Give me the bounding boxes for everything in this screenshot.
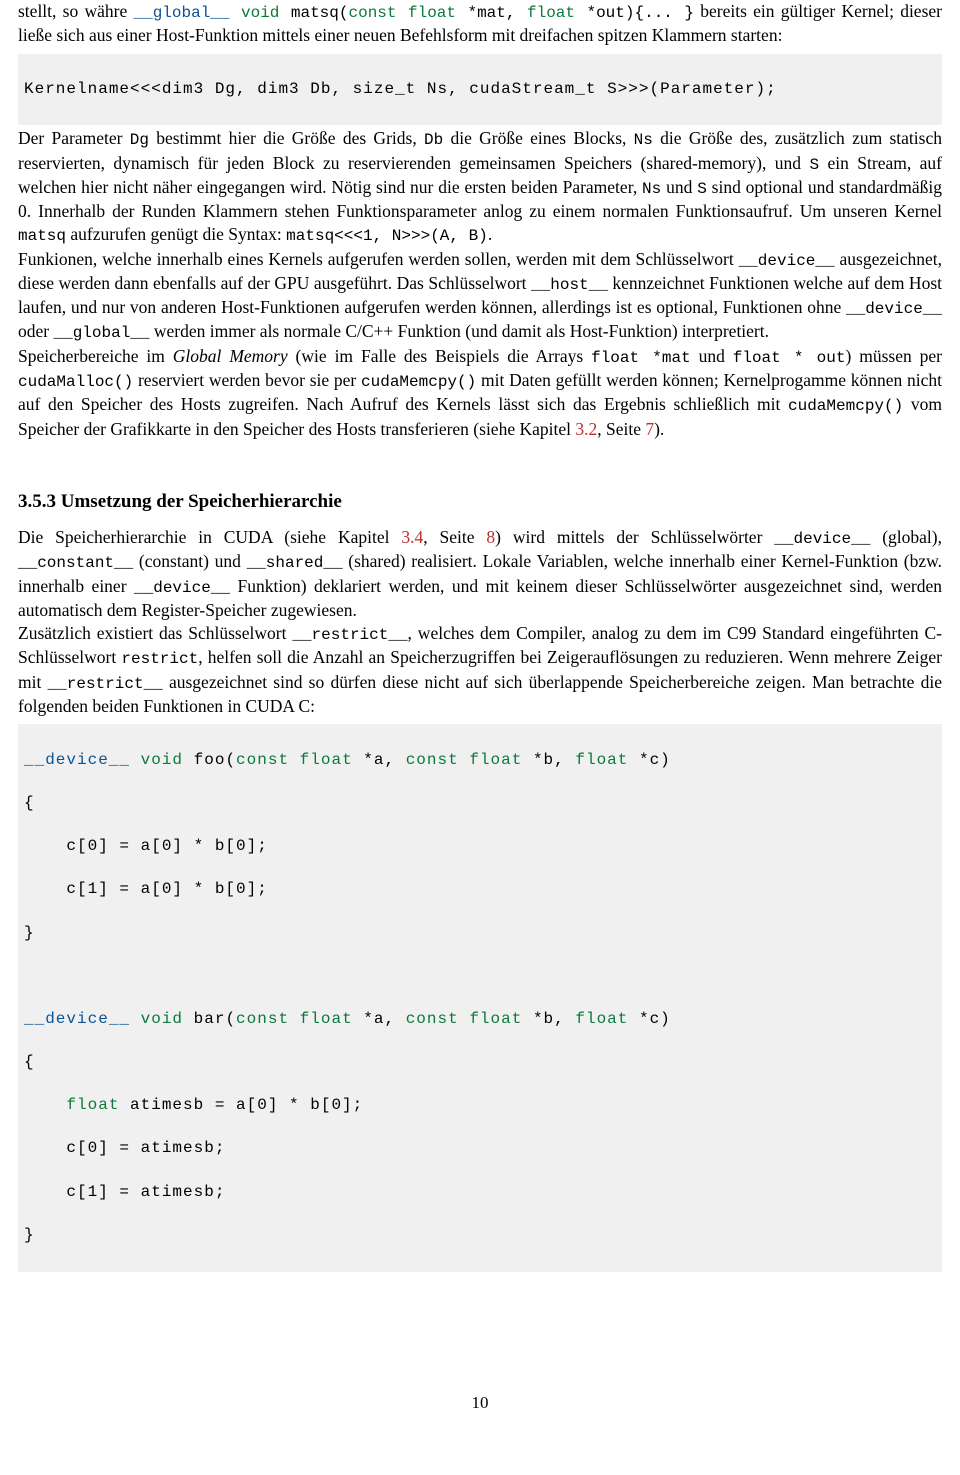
- inline-code: __shared__: [247, 554, 343, 572]
- code-line: [24, 966, 936, 988]
- body-paragraph-4: Speicherbereiche im Global Memory (wie i…: [18, 345, 942, 441]
- code-line: __device__ void bar(const float *a, cons…: [24, 1009, 936, 1031]
- code-line: }: [24, 1225, 936, 1247]
- emphasis: Global Memory: [173, 346, 288, 366]
- code-line: c[0] = atimesb;: [24, 1138, 936, 1160]
- inline-code: __global__ void matsq(const float *mat, …: [133, 4, 694, 22]
- inline-code: __restrict__: [48, 675, 163, 693]
- inline-code: Dg: [130, 131, 149, 149]
- inline-code: __constant__: [18, 554, 133, 572]
- keyword: __global__: [133, 4, 229, 22]
- code-line: {: [24, 793, 936, 815]
- inline-code: __device__: [846, 300, 942, 318]
- text-run: stellt, so währe: [18, 1, 133, 21]
- page-number: 10: [18, 1392, 942, 1415]
- keyword: const: [348, 4, 396, 22]
- section-heading: 3.5.3 Umsetzung der Speicherhierarchie: [18, 489, 942, 514]
- code-line: __device__ void foo(const float *a, cons…: [24, 750, 936, 772]
- inline-code: __restrict__: [292, 626, 407, 644]
- inline-code: cudaMalloc(): [18, 373, 133, 391]
- inline-code: Ns: [642, 180, 661, 198]
- body-paragraph-6: Zusätzlich existiert das Schlüsselwort _…: [18, 622, 942, 718]
- body-paragraph-5: Die Speicherhierarchie in CUDA (siehe Ka…: [18, 526, 942, 622]
- code-line: c[0] = a[0] * b[0];: [24, 836, 936, 858]
- code-line: }: [24, 923, 936, 945]
- code-line: c[1] = atimesb;: [24, 1182, 936, 1204]
- inline-code: __global__: [53, 324, 149, 342]
- cross-reference[interactable]: 3.4: [401, 527, 423, 547]
- inline-code: restrict: [121, 650, 198, 668]
- keyword: void: [241, 4, 279, 22]
- inline-code: __device__: [134, 579, 230, 597]
- code-line: float atimesb = a[0] * b[0];: [24, 1095, 936, 1117]
- code-block-kernel-launch: Kernelname<<<dim3 Dg, dim3 Db, size_t Ns…: [18, 54, 942, 126]
- inline-code: Ns: [634, 131, 653, 149]
- cross-reference[interactable]: 8: [486, 527, 495, 547]
- code-block-functions: __device__ void foo(const float *a, cons…: [18, 724, 942, 1272]
- inline-code: cudaMemcpy(): [788, 397, 903, 415]
- cross-reference[interactable]: 3.2: [575, 419, 597, 439]
- code-line: {: [24, 1052, 936, 1074]
- inline-code: __device__: [774, 530, 870, 548]
- inline-code: __host__: [531, 276, 608, 294]
- keyword: float: [408, 4, 456, 22]
- keyword: float: [527, 4, 575, 22]
- body-paragraph-2: Der Parameter Dg bestimmt hier die Größe…: [18, 127, 942, 247]
- inline-code: float * out: [733, 349, 846, 367]
- inline-code: __device__: [739, 252, 835, 270]
- inline-code: S: [697, 180, 707, 198]
- body-paragraph-1: stellt, so währe __global__ void matsq(c…: [18, 0, 942, 48]
- inline-code: float *mat: [591, 349, 691, 367]
- code-line: Kernelname<<<dim3 Dg, dim3 Db, size_t Ns…: [24, 79, 936, 100]
- inline-code: Db: [424, 131, 443, 149]
- inline-code: cudaMemcpy(): [361, 373, 476, 391]
- body-paragraph-3: Funkionen, welche innerhalb eines Kernel…: [18, 248, 942, 345]
- code-line: c[1] = a[0] * b[0];: [24, 879, 936, 901]
- cross-reference[interactable]: 7: [645, 419, 654, 439]
- inline-code: matsq<<<1, N>>>(A, B): [286, 227, 488, 245]
- inline-code: S: [809, 156, 819, 174]
- inline-code: matsq: [18, 227, 66, 245]
